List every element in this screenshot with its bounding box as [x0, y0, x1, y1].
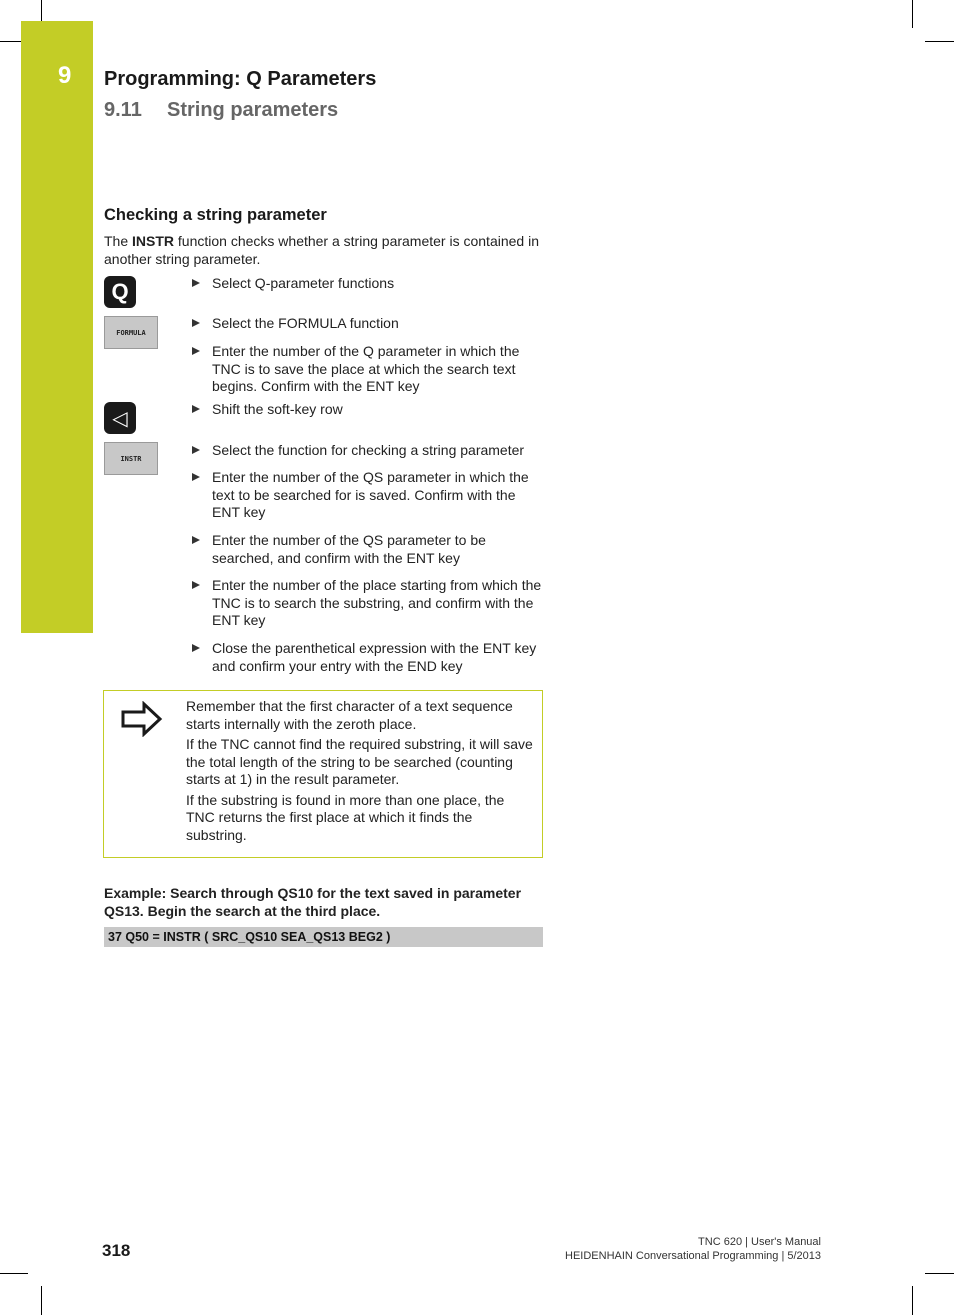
step-text: Enter the number of the QS parameter to … [212, 532, 486, 566]
chapter-tab [21, 21, 93, 633]
q-key-icon: Q [104, 276, 136, 308]
crop-mark [41, 1286, 42, 1315]
note-paragraph: If the substring is found in more than o… [186, 791, 505, 843]
bullet-triangle-icon [192, 347, 200, 355]
bullet-triangle-icon [192, 446, 200, 454]
step-item: Enter the number of the Q parameter in w… [192, 343, 542, 396]
crop-mark [925, 1273, 954, 1274]
step-item: Select the FORMULA function [192, 315, 542, 333]
shift-softkey-row-icon: ◁ [104, 402, 136, 434]
crop-mark [925, 41, 954, 42]
page-number: 318 [102, 1241, 131, 1260]
crop-mark [912, 1286, 913, 1315]
footer-line: TNC 620 | User's Manual [698, 1236, 821, 1248]
section-heading: Checking a string parameter [104, 206, 327, 224]
step-text: Close the parenthetical expression with … [212, 640, 537, 674]
step-text: Enter the number of the QS parameter in … [212, 469, 529, 520]
step-item: Close the parenthetical expression with … [192, 640, 542, 675]
intro-keyword: INSTR [132, 233, 175, 249]
step-text: Shift the soft-key row [212, 401, 343, 417]
section-number: 9.11 [104, 99, 142, 121]
step-item: Enter the number of the QS parameter in … [192, 469, 542, 522]
formula-softkey: FORMULA [104, 316, 158, 349]
intro-text: The [104, 233, 133, 249]
bullet-triangle-icon [192, 319, 200, 327]
crop-mark [0, 41, 21, 42]
step-item: Enter the number of the place starting f… [192, 577, 542, 630]
step-item: Select Q-parameter functions [192, 275, 542, 293]
example-heading: Example: Search through QS10 for the tex… [104, 885, 522, 919]
chapter-title: Programming: Q Parameters [104, 68, 377, 90]
page-footer: TNC 620 | User's Manual HEIDENHAIN Conve… [565, 1235, 821, 1263]
bullet-triangle-icon [192, 279, 200, 287]
step-text: Enter the number of the Q parameter in w… [212, 343, 520, 394]
step-text: Enter the number of the place starting f… [212, 577, 542, 628]
chapter-number: 9 [58, 62, 72, 89]
example-code-line: 37 Q50 = INSTR ( SRC_QS10 SEA_QS13 BEG2 … [104, 927, 543, 947]
crop-mark [0, 1273, 28, 1274]
intro-paragraph: The INSTR function checks whether a stri… [104, 233, 549, 268]
bullet-triangle-icon [192, 581, 200, 589]
step-item: Select the function for checking a strin… [192, 442, 542, 460]
note-paragraph: Remember that the first character of a t… [186, 698, 513, 732]
crop-mark [912, 0, 913, 28]
step-text: Select the FORMULA function [212, 315, 399, 331]
step-text: Select Q-parameter functions [212, 275, 395, 291]
arrow-right-icon [120, 700, 164, 742]
bullet-triangle-icon [192, 405, 200, 413]
note-paragraph: If the TNC cannot find the required subs… [186, 736, 533, 787]
bullet-triangle-icon [192, 644, 200, 652]
step-item: Shift the soft-key row [192, 401, 542, 419]
section-title: String parameters [167, 99, 339, 121]
note-body: Remember that the first character of a t… [186, 698, 536, 847]
step-item: Enter the number of the QS parameter to … [192, 532, 542, 567]
step-text: Select the function for checking a strin… [212, 442, 525, 458]
instr-softkey: INSTR [104, 442, 158, 475]
note-box: Remember that the first character of a t… [103, 690, 543, 858]
bullet-triangle-icon [192, 536, 200, 544]
footer-line: HEIDENHAIN Conversational Programming | … [565, 1250, 821, 1262]
bullet-triangle-icon [192, 473, 200, 481]
